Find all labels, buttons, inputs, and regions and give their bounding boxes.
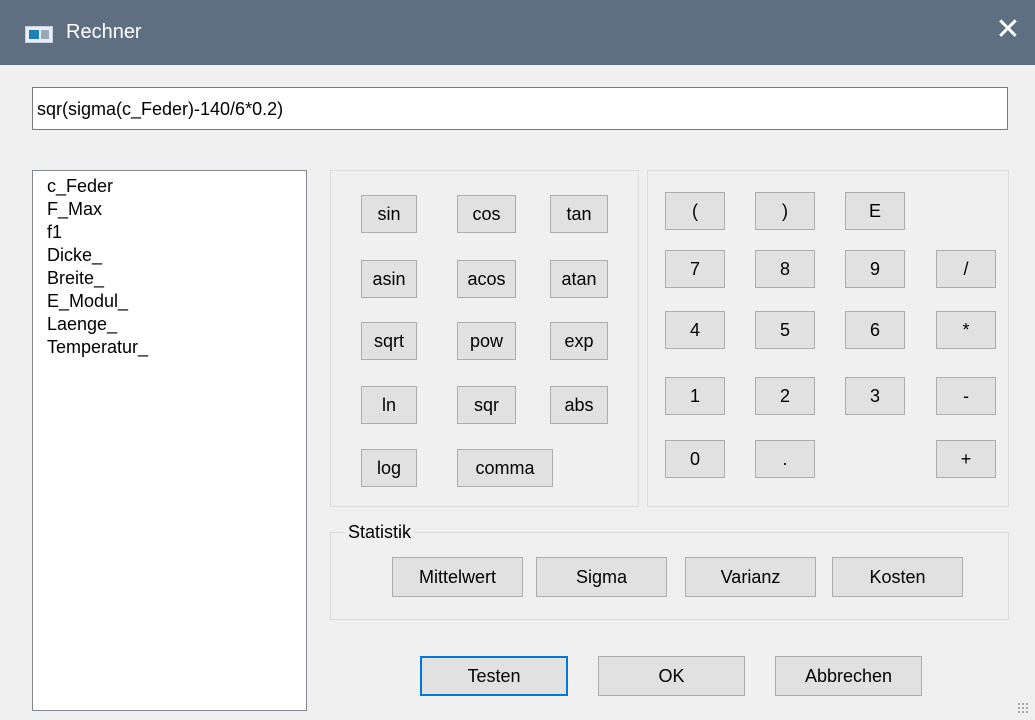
varianz-button[interactable]: Varianz	[685, 557, 816, 597]
variable-item-f-max[interactable]: F_Max	[33, 198, 306, 221]
sin-button[interactable]: sin	[361, 195, 417, 233]
comma-button[interactable]: comma	[457, 449, 553, 487]
add-button[interactable]: +	[936, 440, 996, 478]
variable-item-e-modul[interactable]: E_Modul_	[33, 290, 306, 313]
exponent-e-button[interactable]: E	[845, 192, 905, 230]
mittelwert-button[interactable]: Mittelwert	[392, 557, 523, 597]
sqr-button[interactable]: sqr	[457, 386, 516, 424]
digit-7-button[interactable]: 7	[665, 250, 725, 288]
variable-list[interactable]: c_Feder F_Max f1 Dicke_ Breite_ E_Modul_…	[32, 170, 307, 711]
abs-button[interactable]: abs	[550, 386, 608, 424]
title-bar: Rechner ✕	[0, 0, 1035, 65]
right-paren-button[interactable]: )	[755, 192, 815, 230]
log-button[interactable]: log	[361, 449, 417, 487]
resize-grip-icon[interactable]	[1017, 702, 1029, 714]
atan-button[interactable]: atan	[550, 260, 608, 298]
digit-3-button[interactable]: 3	[845, 377, 905, 415]
digit-8-button[interactable]: 8	[755, 250, 815, 288]
asin-button[interactable]: asin	[361, 260, 417, 298]
testen-button[interactable]: Testen	[420, 656, 568, 696]
close-button[interactable]: ✕	[988, 10, 1028, 50]
statistik-legend: Statistik	[345, 522, 415, 543]
variable-item-f1[interactable]: f1	[33, 221, 306, 244]
ok-button[interactable]: OK	[598, 656, 745, 696]
digit-1-button[interactable]: 1	[665, 377, 725, 415]
subtract-button[interactable]: -	[936, 377, 996, 415]
pow-button[interactable]: pow	[457, 322, 516, 360]
digit-6-button[interactable]: 6	[845, 311, 905, 349]
window-title: Rechner	[66, 21, 142, 43]
formula-input[interactable]: sqr(sigma(c_Feder)-140/6*0.2)	[32, 87, 1008, 130]
variable-item-breite[interactable]: Breite_	[33, 267, 306, 290]
left-paren-button[interactable]: (	[665, 192, 725, 230]
digit-9-button[interactable]: 9	[845, 250, 905, 288]
kosten-button[interactable]: Kosten	[832, 557, 963, 597]
variable-item-laenge[interactable]: Laenge_	[33, 313, 306, 336]
ln-button[interactable]: ln	[361, 386, 417, 424]
acos-button[interactable]: acos	[457, 260, 516, 298]
multiply-button[interactable]: *	[936, 311, 996, 349]
variable-item-temperatur[interactable]: Temperatur_	[33, 336, 306, 359]
divide-button[interactable]: /	[936, 250, 996, 288]
exp-button[interactable]: exp	[550, 322, 608, 360]
variable-item-dicke[interactable]: Dicke_	[33, 244, 306, 267]
decimal-point-button[interactable]: .	[755, 440, 815, 478]
digit-0-button[interactable]: 0	[665, 440, 725, 478]
sqrt-button[interactable]: sqrt	[361, 322, 417, 360]
abbrechen-button[interactable]: Abbrechen	[775, 656, 922, 696]
variable-item-c-feder[interactable]: c_Feder	[33, 175, 306, 198]
digit-5-button[interactable]: 5	[755, 311, 815, 349]
digit-2-button[interactable]: 2	[755, 377, 815, 415]
sigma-button[interactable]: Sigma	[536, 557, 667, 597]
tan-button[interactable]: tan	[550, 195, 608, 233]
calculator-window-icon	[25, 26, 53, 43]
cos-button[interactable]: cos	[457, 195, 516, 233]
digit-4-button[interactable]: 4	[665, 311, 725, 349]
